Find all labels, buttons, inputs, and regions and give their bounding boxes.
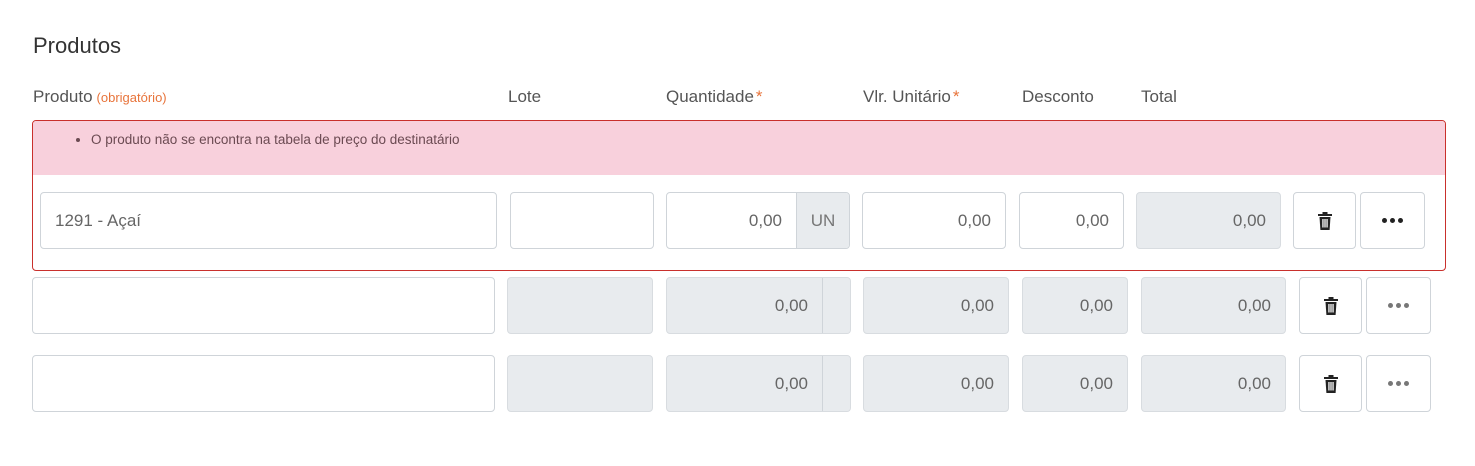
unit-price-input: 0,00: [863, 277, 1009, 334]
more-options-button[interactable]: [1366, 355, 1431, 412]
more-options-icon: [1388, 303, 1409, 308]
header-vlr-unitario-label: Vlr. Unitário: [863, 87, 951, 106]
header-vlr-unitario: Vlr. Unitário *: [863, 87, 960, 107]
error-message: O produto não se encontra na tabela de p…: [91, 132, 460, 147]
quantity-group: 0,00: [666, 277, 851, 334]
required-star: *: [755, 87, 763, 106]
trash-icon: [1323, 296, 1338, 315]
header-quantidade-label: Quantidade: [666, 87, 754, 106]
unit-addon: [822, 356, 850, 411]
quantity-group: 0,00: [666, 355, 851, 412]
discount-input[interactable]: 0,00: [1019, 192, 1124, 249]
more-options-icon: [1382, 218, 1403, 223]
unit-addon: [822, 278, 850, 333]
quantity-input: 0,00: [774, 373, 808, 393]
total-field: 0,00: [1136, 192, 1281, 249]
quantity-input: 0,00: [774, 295, 808, 315]
section-title: Produtos: [33, 33, 122, 58]
required-hint: (obrigatório): [96, 90, 167, 105]
total-field: 0,00: [1141, 277, 1286, 334]
header-produto: Produto (obrigatório): [33, 87, 167, 107]
unit-addon: UN: [796, 193, 849, 248]
error-banner: O produto não se encontra na tabela de p…: [33, 121, 1445, 175]
lote-input: [507, 355, 653, 412]
header-produto-label: Produto: [33, 87, 93, 106]
delete-button[interactable]: [1293, 192, 1356, 249]
required-star: *: [952, 87, 960, 106]
product-input[interactable]: [32, 355, 495, 412]
more-options-icon: [1388, 381, 1409, 386]
more-options-button[interactable]: [1360, 192, 1425, 249]
discount-input: 0,00: [1022, 355, 1128, 412]
more-options-button[interactable]: [1366, 277, 1431, 334]
lote-input: [507, 277, 653, 334]
unit-price-input[interactable]: 0,00: [862, 192, 1006, 249]
error-list: O produto não se encontra na tabela de p…: [91, 132, 460, 147]
unit-price-input: 0,00: [863, 355, 1009, 412]
quantity-group: 0,00 UN: [666, 192, 850, 249]
header-desconto: Desconto: [1022, 87, 1094, 106]
header-total: Total: [1141, 87, 1177, 106]
trash-icon: [1323, 374, 1338, 393]
quantity-input[interactable]: 0,00: [667, 193, 796, 248]
delete-button[interactable]: [1299, 277, 1362, 334]
delete-button[interactable]: [1299, 355, 1362, 412]
product-input[interactable]: 1291 - Açaí: [40, 192, 497, 249]
header-lote: Lote: [508, 87, 542, 106]
trash-icon: [1317, 211, 1332, 230]
lote-input[interactable]: [510, 192, 654, 249]
product-input[interactable]: [32, 277, 495, 334]
discount-input: 0,00: [1022, 277, 1128, 334]
total-field: 0,00: [1141, 355, 1286, 412]
header-quantidade: Quantidade *: [666, 87, 763, 107]
